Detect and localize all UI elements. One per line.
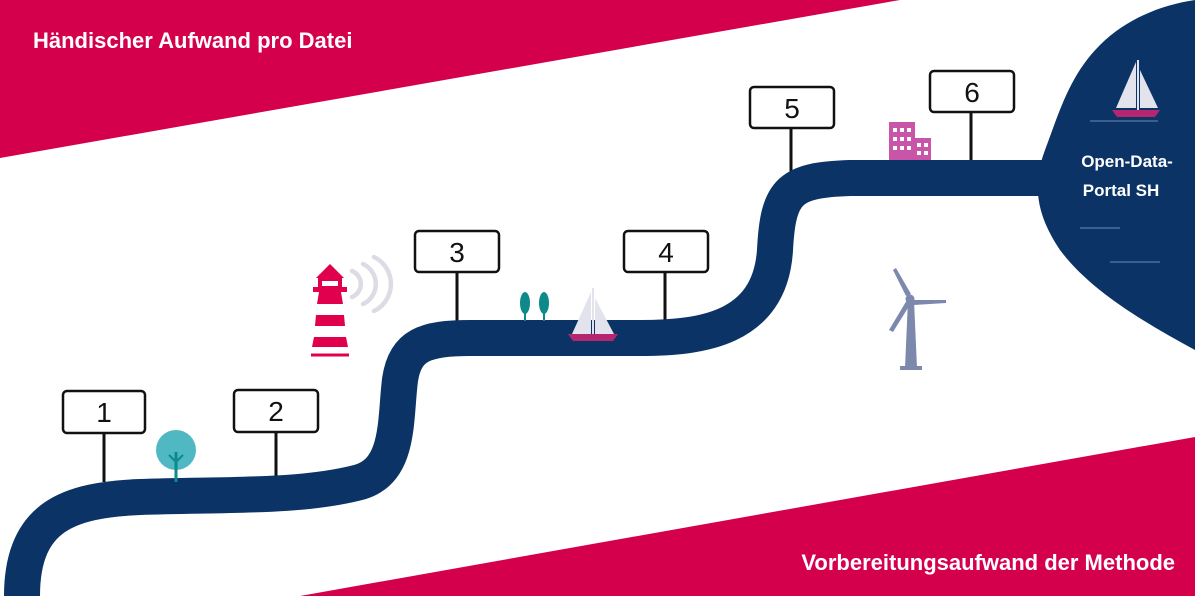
river-sailboat-icon [568, 288, 618, 341]
tree-icon [156, 430, 196, 482]
sign-number: 6 [964, 77, 980, 108]
portal-label-line1: Open-Data- [1081, 152, 1173, 171]
sign-3: 3 [413, 229, 501, 274]
top-banner [0, 0, 900, 158]
sign-number: 4 [658, 237, 674, 268]
portal-lake [1037, 0, 1195, 350]
preparation-effort-label: Vorbereitungsaufwand der Methode [801, 550, 1175, 575]
sign-1: 1 [61, 389, 147, 435]
signal-waves-icon [349, 254, 394, 314]
sign-6: 6 [928, 69, 1016, 114]
sign-number: 1 [96, 397, 112, 428]
cypress-trees-icon [520, 292, 549, 321]
building-icon [889, 122, 931, 160]
portal-label-line2: Portal SH [1083, 181, 1160, 200]
sign-4: 4 [622, 229, 710, 274]
sign-5: 5 [748, 85, 836, 130]
wind-turbine-icon [889, 268, 946, 370]
sign-number: 5 [784, 93, 800, 124]
sign-number: 3 [449, 237, 465, 268]
sign-number: 2 [268, 396, 284, 427]
sign-2: 2 [232, 388, 320, 434]
diagram-canvas: 1 2 3 4 5 6 Open-Data- Portal SH Händisc… [0, 0, 1195, 596]
lighthouse-icon [311, 264, 349, 357]
manual-effort-label: Händischer Aufwand pro Datei [33, 28, 353, 53]
diagram-scene: 1 2 3 4 5 6 Open-Data- Portal SH [0, 0, 1195, 596]
